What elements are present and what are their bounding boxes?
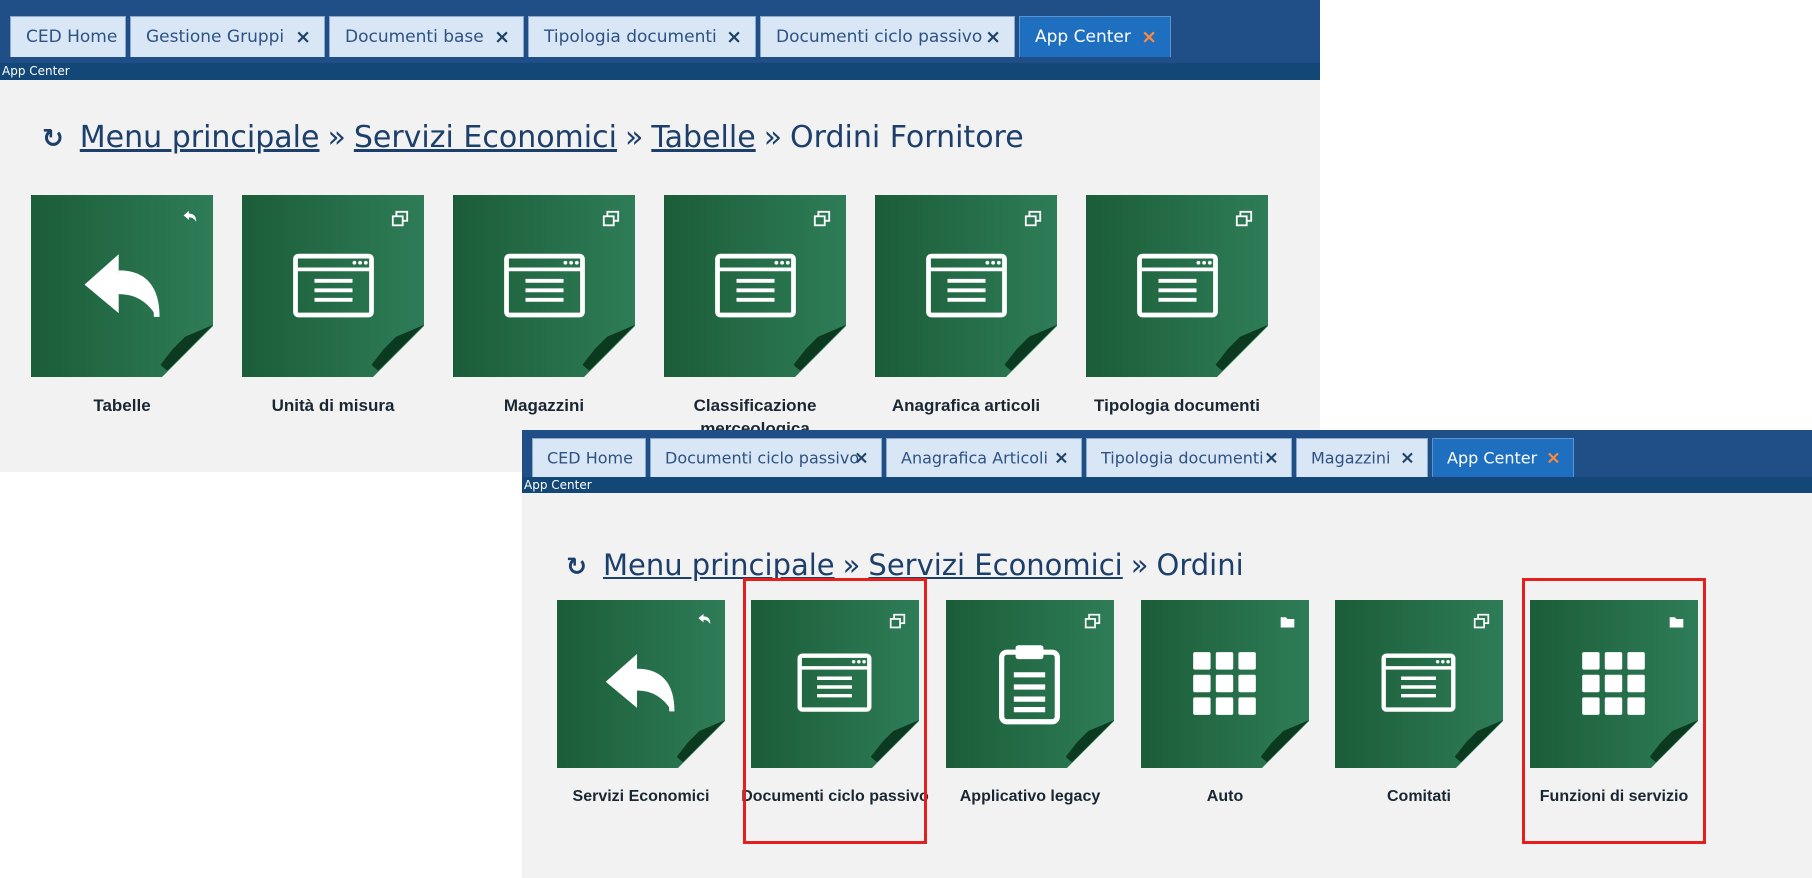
grid-apps-icon bbox=[1193, 652, 1256, 715]
breadcrumb: ↻ Menu principale» Servizi Economici» Tabel… bbox=[42, 120, 1024, 155]
close-icon[interactable]: × bbox=[726, 26, 742, 48]
close-icon[interactable]: × bbox=[854, 448, 869, 469]
window-list-icon bbox=[504, 253, 585, 318]
tile-label: Tabelle bbox=[93, 396, 151, 415]
subheader: App Center bbox=[0, 63, 1320, 80]
tab-ced-home[interactable]: CED Home bbox=[532, 438, 646, 477]
tab-label: Tipologia documenti bbox=[544, 27, 717, 47]
breadcrumb-link[interactable]: Menu principale bbox=[80, 120, 320, 155]
window-restore-icon bbox=[1473, 613, 1490, 629]
tile-label: Comitati bbox=[1387, 788, 1451, 805]
breadcrumb-current: Ordini bbox=[1156, 548, 1244, 582]
tile-classificazione-merceologica[interactable] bbox=[664, 195, 846, 377]
breadcrumb-separator: » bbox=[763, 120, 783, 155]
tab-label: Documenti ciclo passivo bbox=[776, 27, 983, 47]
subheader: App Center bbox=[522, 477, 1812, 493]
tile-applicativo-legacy[interactable] bbox=[946, 600, 1114, 768]
window-list-icon bbox=[926, 253, 1007, 318]
window-restore-icon bbox=[602, 210, 620, 227]
close-icon[interactable]: × bbox=[1264, 448, 1279, 469]
tile-servizi-economici[interactable] bbox=[557, 600, 725, 768]
subheader-title: App Center bbox=[524, 478, 592, 492]
tab-tipologia-documenti[interactable]: Tipologia documenti × bbox=[1086, 438, 1292, 477]
breadcrumb-link[interactable]: Tabelle bbox=[651, 120, 755, 155]
tile-label: Applicativo legacy bbox=[959, 788, 1101, 805]
app-center-window-ordini: CED Home Documenti ciclo passivo × Anagrafi… bbox=[522, 430, 1812, 878]
refresh-icon[interactable]: ↻ bbox=[42, 124, 64, 154]
tile-magazzini[interactable] bbox=[453, 195, 635, 377]
tile-unit-di-misura[interactable] bbox=[242, 195, 424, 377]
close-icon[interactable]: × bbox=[494, 26, 510, 48]
tab-bar: CED Home Documenti ciclo passivo × Anagrafi… bbox=[522, 430, 1812, 477]
tile-tabelle[interactable] bbox=[31, 195, 213, 377]
tile-label: Servizi Economici bbox=[572, 788, 710, 805]
tab-app-center[interactable]: App Center × bbox=[1432, 438, 1574, 477]
tile-label: Anagrafica articoli bbox=[891, 396, 1041, 415]
close-icon[interactable]: × bbox=[295, 26, 311, 48]
tab-tipologia-documenti[interactable]: Tipologia documenti × bbox=[528, 16, 756, 57]
breadcrumb: ↻ Menu principale» Servizi Economici» Ordin… bbox=[566, 548, 1244, 582]
breadcrumb-separator: » bbox=[842, 548, 861, 582]
window-list-icon bbox=[1137, 253, 1218, 318]
close-icon[interactable]: × bbox=[1546, 448, 1561, 469]
tab-documenti-ciclo-passivo[interactable]: Documenti ciclo passivo × bbox=[650, 438, 882, 477]
window-restore-icon bbox=[1024, 210, 1042, 227]
tab-label: Magazzini bbox=[1311, 448, 1391, 468]
highlight-box bbox=[743, 578, 927, 844]
breadcrumb-separator: » bbox=[1130, 548, 1149, 582]
tile-auto[interactable] bbox=[1141, 600, 1309, 768]
back-arrow-icon bbox=[605, 653, 675, 712]
tab-label: App Center bbox=[1447, 448, 1538, 468]
tab-label: Gestione Gruppi bbox=[146, 27, 285, 47]
reply-icon bbox=[183, 210, 197, 222]
window-list-icon bbox=[1381, 653, 1456, 712]
window-restore-icon bbox=[391, 210, 409, 227]
folder-icon bbox=[1280, 617, 1295, 628]
tab-label: App Center bbox=[1035, 27, 1131, 47]
close-icon[interactable]: × bbox=[985, 26, 1001, 48]
tile-label: Auto bbox=[1206, 788, 1244, 805]
tile-label: Unità di misura bbox=[271, 396, 395, 415]
breadcrumb-link[interactable]: Servizi Economici bbox=[354, 120, 617, 155]
tab-documenti-ciclo-passivo[interactable]: Documenti ciclo passivo × bbox=[760, 16, 1015, 57]
breadcrumb-link[interactable]: Servizi Economici bbox=[868, 548, 1122, 582]
breadcrumb-separator: » bbox=[327, 120, 346, 155]
tab-magazzini[interactable]: Magazzini × bbox=[1296, 438, 1428, 477]
tab-label: CED Home bbox=[547, 448, 633, 468]
tile-label: Magazzini bbox=[503, 396, 585, 415]
tab-label: CED Home bbox=[26, 27, 118, 47]
tab-label: Documenti base bbox=[345, 27, 484, 47]
clipboard-icon bbox=[999, 645, 1060, 725]
tab-label: Tipologia documenti bbox=[1101, 448, 1264, 468]
close-icon[interactable]: × bbox=[1400, 448, 1415, 469]
tile-anagrafica-articoli[interactable] bbox=[875, 195, 1057, 377]
tab-label: Anagrafica Articoli bbox=[901, 448, 1048, 468]
window-list-icon bbox=[293, 253, 374, 318]
window-restore-icon bbox=[813, 210, 831, 227]
tab-app-center[interactable]: App Center × bbox=[1019, 16, 1171, 57]
breadcrumb-separator: » bbox=[624, 120, 644, 155]
breadcrumb-current: Ordini Fornitore bbox=[790, 120, 1024, 155]
tile-tipologia-documenti[interactable] bbox=[1086, 195, 1268, 377]
refresh-icon[interactable]: ↻ bbox=[566, 552, 587, 581]
tab-label: Documenti ciclo passivo bbox=[665, 448, 860, 468]
close-icon[interactable]: × bbox=[1141, 26, 1157, 48]
window-list-icon bbox=[715, 253, 796, 318]
tab-gestione-gruppi[interactable]: Gestione Gruppi × bbox=[130, 16, 325, 57]
tab-anagrafica-articoli[interactable]: Anagrafica Articoli × bbox=[886, 438, 1082, 477]
highlight-box bbox=[1522, 578, 1706, 844]
breadcrumb-link[interactable]: Menu principale bbox=[603, 548, 835, 582]
close-icon[interactable]: × bbox=[1054, 448, 1069, 469]
window-restore-icon bbox=[1084, 613, 1101, 629]
tile-comitati[interactable] bbox=[1335, 600, 1503, 768]
window-restore-icon bbox=[1235, 210, 1253, 227]
tab-documenti-base[interactable]: Documenti base × bbox=[329, 16, 524, 57]
tab-ced-home[interactable]: CED Home bbox=[10, 16, 126, 57]
app-center-window-ordini-fornitore: CED Home Gestione Gruppi × Documenti base × T… bbox=[0, 0, 1320, 472]
back-arrow-icon bbox=[84, 254, 160, 317]
reply-icon bbox=[698, 613, 711, 625]
tab-bar: CED Home Gestione Gruppi × Documenti base × T… bbox=[0, 0, 1320, 63]
subheader-title: App Center bbox=[2, 64, 70, 78]
tile-label: Tipologia documenti bbox=[1094, 396, 1260, 415]
